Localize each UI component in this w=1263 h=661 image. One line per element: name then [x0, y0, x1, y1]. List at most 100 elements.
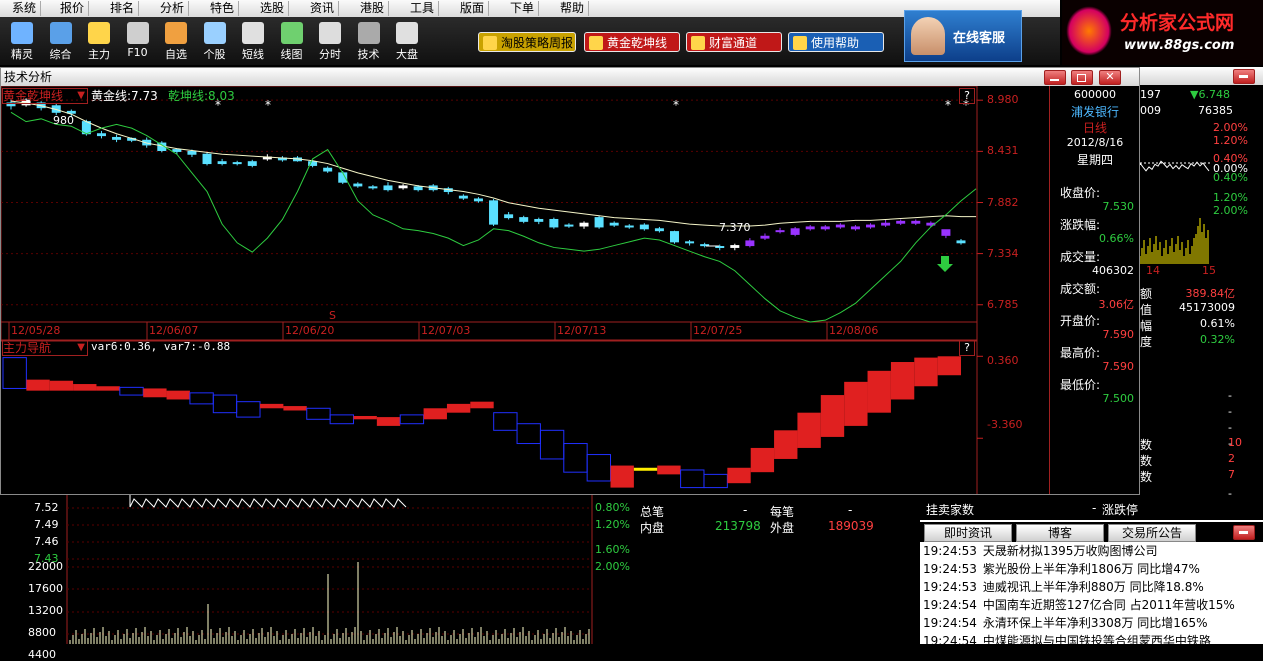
main-indicator-selector[interactable]: 黄金乾坤线 ▼ — [2, 88, 88, 104]
main-legend-gold: 黄金线:7.73 — [91, 89, 158, 103]
tab-realtime-news[interactable]: 即时资讯 — [924, 524, 1012, 542]
bottom-vol-2: 13200 — [28, 604, 63, 617]
bottom-pct-3: 2.00% — [595, 560, 630, 573]
news-time: 19:24:53 — [923, 544, 977, 558]
toolbar-button-5[interactable]: 个股 — [196, 19, 234, 63]
candle — [896, 219, 906, 226]
quote-row-label-0: 额 — [1140, 287, 1153, 301]
count-value-2: 7 — [1228, 468, 1235, 481]
mini-pct-5: 1.20% — [1213, 191, 1248, 204]
menu-item-2[interactable]: 排名 — [106, 1, 140, 16]
window-minimize-button[interactable] — [1044, 70, 1066, 85]
toolbar-button-3[interactable]: F10 — [119, 19, 157, 63]
news-item[interactable]: 19:24:54 中国南车近期签127亿合同 占2011年营收15% — [923, 596, 1235, 614]
main-chart[interactable]: * * * * * — [1, 86, 1047, 494]
toolbar-button-8[interactable]: 分时 — [311, 19, 349, 63]
navi-bar — [844, 381, 868, 426]
quote-top-price: ▼6.748 — [1190, 88, 1230, 101]
main-help-button[interactable]: ? — [959, 88, 975, 104]
candle — [700, 242, 710, 248]
news-item[interactable]: 19:24:53 迪威视讯上半年净利880万 同比降18.8% — [923, 578, 1204, 596]
news-headline: 中煤能源拟与中国铁投等合组蒙西华中铁路 — [982, 634, 1211, 648]
menu-item-8[interactable]: 工具 — [406, 1, 440, 16]
menu-item-0[interactable]: 系统 — [8, 1, 42, 16]
toolbar-button-4[interactable]: 自选 — [157, 19, 195, 63]
menu-item-6[interactable]: 资讯 — [306, 1, 340, 16]
quote-top2: 009 — [1140, 104, 1161, 117]
candle — [458, 194, 468, 200]
tab-blog[interactable]: 博客 — [1016, 524, 1104, 542]
count-label-1: 数 — [1140, 454, 1153, 468]
news-item[interactable]: 19:24:53 紫光股份上半年净利1806万 同比增47% — [923, 560, 1200, 578]
toolbar-button-9[interactable]: 技术 — [350, 19, 388, 63]
navi-bar — [119, 386, 144, 396]
navi-bar — [890, 362, 915, 400]
candle — [217, 158, 227, 166]
promo-icon — [589, 36, 603, 50]
menu-item-5[interactable]: 选股 — [256, 1, 290, 16]
mini-pct-0: 2.00% — [1213, 121, 1248, 134]
toolbar-button-10[interactable]: 大盘 — [388, 19, 426, 63]
navi-bar — [914, 357, 938, 387]
quote-row-label-3: 度 — [1140, 335, 1153, 349]
stock-name: 浦发银行 — [1070, 105, 1119, 119]
news-item[interactable]: 19:24:54 永清环保上半年净利3308万 同比增165% — [923, 614, 1208, 632]
promo-button-3[interactable]: 使用帮助 — [788, 32, 884, 52]
promo-button-1[interactable]: 黄金乾坤线 — [584, 32, 680, 52]
online-service-banner[interactable]: 在线客服 — [904, 10, 1022, 62]
bottom-price-2: 7.46 — [34, 535, 59, 548]
menu-item-10[interactable]: 下单 — [506, 1, 540, 16]
menu-item-9[interactable]: 版面 — [456, 1, 490, 16]
menu-item-3[interactable]: 分析 — [156, 1, 190, 16]
info-value-0: 7.530 — [1102, 200, 1135, 213]
navi-bar — [750, 447, 775, 473]
summary-r2-1: 213798 — [715, 519, 761, 533]
news-restore-button[interactable] — [1233, 525, 1255, 540]
toolbar-button-2[interactable]: 主力 — [80, 19, 118, 63]
navi-bar — [774, 430, 798, 459]
candle — [519, 215, 529, 224]
toolbar-button-6[interactable]: 短线 — [234, 19, 272, 63]
candle — [866, 223, 876, 229]
sell-signal-marker: S — [329, 309, 336, 322]
quote-restore-button[interactable] — [1233, 69, 1255, 84]
summary-r1-1: - — [743, 503, 748, 517]
favorites-icon — [165, 22, 187, 44]
logo-url: www.88gs.com — [1124, 38, 1235, 53]
logo-flower-icon — [1066, 6, 1112, 56]
news-item[interactable]: 19:24:54 中煤能源拟与中国铁投等合组蒙西华中铁路 — [923, 632, 1211, 650]
menu-item-7[interactable]: 港股 — [356, 1, 390, 16]
sub-indicator-selector[interactable]: 主力导航 ▼ — [2, 340, 88, 356]
toolbar-label-6: 短线 — [242, 48, 264, 61]
quote-row-value-2: 0.61% — [1200, 317, 1235, 330]
navi-bar — [703, 473, 728, 489]
news-item[interactable]: 19:24:53 天晟新材拟1395万收购图博公司 — [923, 542, 1157, 560]
promo-button-2[interactable]: 财富通道 — [686, 32, 782, 52]
window-close-button[interactable]: ✕ — [1099, 70, 1121, 85]
candle — [202, 152, 212, 166]
sub-help-button[interactable]: ? — [959, 340, 975, 356]
navi-bar — [937, 356, 961, 376]
tab-exchange-notice[interactable]: 交易所公告 — [1108, 524, 1196, 542]
bottom-vol-4: 4400 — [28, 648, 56, 661]
candle — [911, 219, 921, 226]
navi-bar — [236, 401, 261, 418]
toolbar-label-2: 主力 — [88, 48, 110, 61]
window-maximize-button[interactable] — [1071, 70, 1093, 85]
toolbar-button-7[interactable]: 线图 — [273, 19, 311, 63]
toolbar-button-1[interactable]: 综合 — [42, 19, 80, 63]
quote-row-label-1: 值 — [1140, 303, 1153, 317]
main-indicator-name: 黄金乾坤线 — [3, 89, 64, 103]
menu-item-11[interactable]: 帮助 — [556, 1, 590, 16]
candle — [549, 217, 559, 229]
toolbar-label-3: F10 — [127, 46, 148, 59]
promo-button-0[interactable]: 淘股策略周报 — [478, 32, 576, 52]
main-ytick-1: 8.431 — [987, 144, 1019, 158]
bottom-price-1: 7.49 — [34, 518, 59, 531]
promo-label-0: 淘股策略周报 — [501, 36, 574, 50]
candle — [96, 130, 106, 139]
info-label-0: 收盘价: — [1060, 186, 1101, 200]
menu-item-4[interactable]: 特色 — [206, 1, 240, 16]
toolbar-button-0[interactable]: 精灵 — [3, 19, 41, 63]
menu-item-1[interactable]: 报价 — [56, 1, 90, 16]
